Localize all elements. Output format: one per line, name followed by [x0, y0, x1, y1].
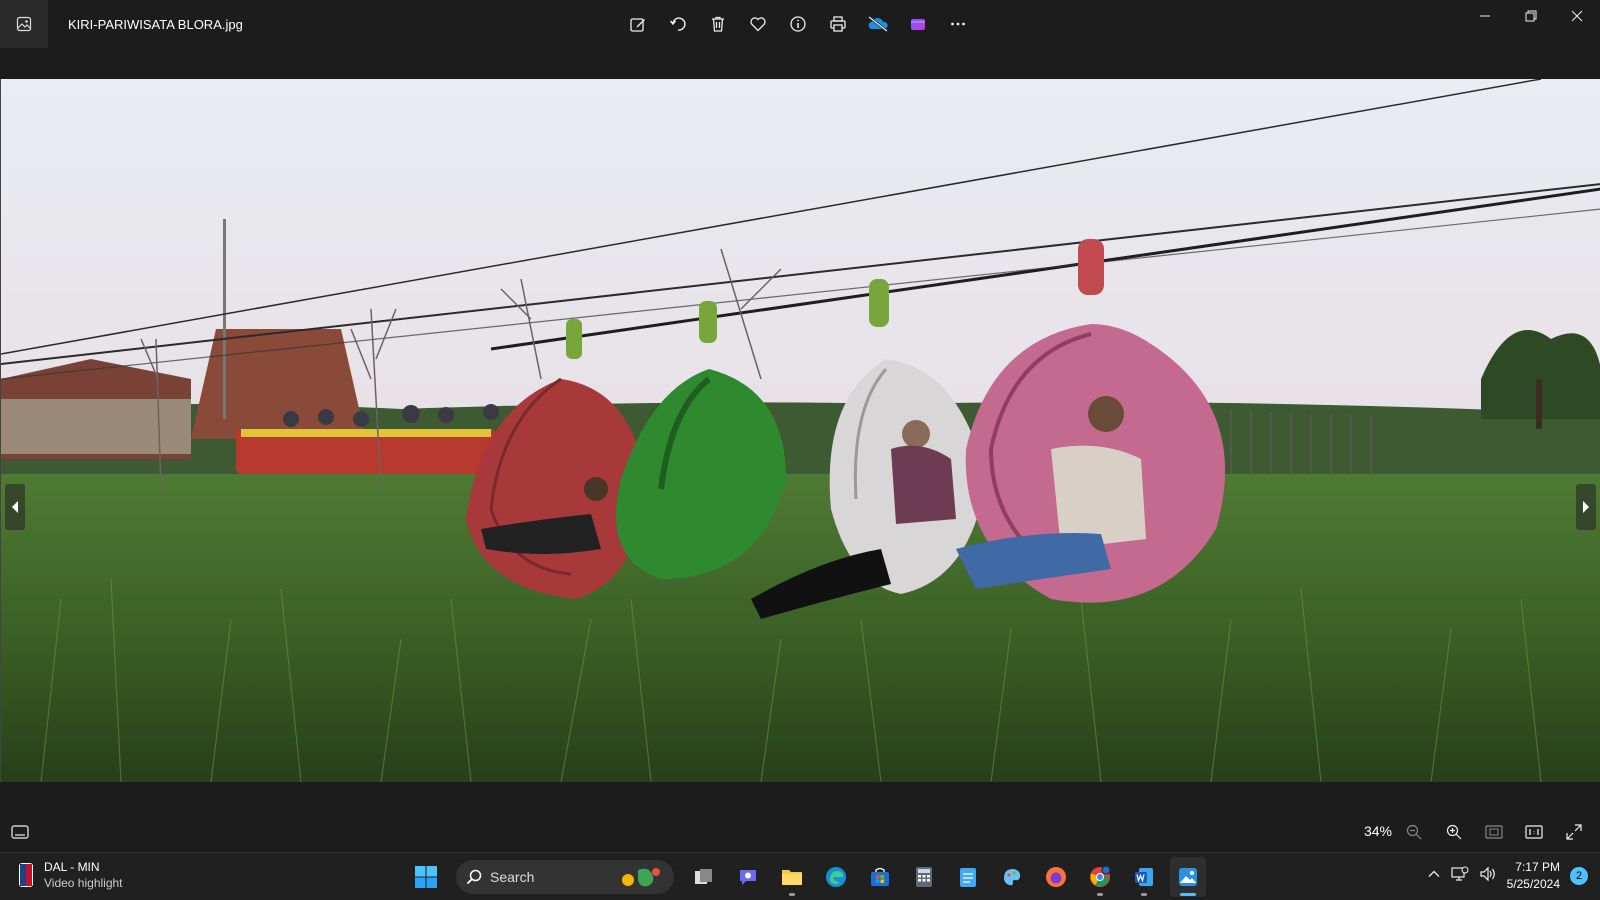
notepad-icon[interactable]	[950, 857, 986, 897]
edit-icon[interactable]	[620, 8, 656, 40]
file-explorer-icon[interactable]	[774, 857, 810, 897]
image-toolbar	[620, 8, 976, 40]
minimize-icon[interactable]	[1462, 0, 1508, 32]
clock-date: 5/25/2024	[1506, 877, 1560, 891]
microsoft-store-icon[interactable]	[862, 857, 898, 897]
window-controls	[1462, 0, 1600, 32]
photo-viewer[interactable]	[0, 79, 1600, 782]
rotate-icon[interactable]	[660, 8, 696, 40]
filmstrip-icon[interactable]	[4, 816, 36, 848]
taskbar-apps	[408, 857, 1206, 897]
more-icon[interactable]	[940, 8, 976, 40]
next-image-button[interactable]	[1576, 484, 1596, 530]
widget-title: DAL - MIN	[44, 860, 100, 874]
calculator-icon[interactable]	[906, 857, 942, 897]
chat-icon[interactable]	[730, 857, 766, 897]
windows-logo-icon	[415, 866, 437, 888]
chrome-icon[interactable]	[1082, 857, 1118, 897]
bottom-bar: 34%	[0, 812, 1600, 852]
delete-icon[interactable]	[700, 8, 736, 40]
photo	[1, 79, 1600, 782]
word-icon[interactable]	[1126, 857, 1162, 897]
zoom-in-icon[interactable]	[1438, 816, 1470, 848]
file-name: KIRI-PARIWISATA BLORA.jpg	[68, 16, 243, 32]
chevron-up-icon[interactable]	[1427, 867, 1441, 886]
restore-icon[interactable]	[1508, 0, 1554, 32]
start-button[interactable]	[408, 857, 444, 897]
clock[interactable]: 7:17 PM 5/25/2024	[1507, 859, 1560, 893]
actual-size-icon[interactable]	[1518, 816, 1550, 848]
taskbar-search[interactable]	[456, 860, 674, 894]
notification-badge[interactable]: 2	[1570, 867, 1588, 885]
paint-icon[interactable]	[994, 857, 1030, 897]
photos-app: KIRI-PARIWISATA BLORA.jpg 34%	[0, 0, 1600, 852]
taskbar: DAL - MIN Video highlight 7:17 PM 5/25/2…	[0, 852, 1600, 900]
zoom-level[interactable]: 34%	[1364, 823, 1392, 839]
news-widget[interactable]: DAL - MIN Video highlight	[18, 859, 123, 891]
zoom-out-icon[interactable]	[1398, 816, 1430, 848]
nba-logo-icon	[19, 863, 33, 887]
onedrive-icon[interactable]	[860, 8, 896, 40]
title-bar: KIRI-PARIWISATA BLORA.jpg	[0, 0, 1600, 48]
search-icon	[466, 869, 482, 885]
system-tray: 7:17 PM 5/25/2024 2	[1427, 859, 1588, 893]
photos-app-icon[interactable]	[0, 0, 48, 48]
network-icon[interactable]	[1451, 866, 1469, 887]
widget-subtitle: Video highlight	[44, 876, 123, 890]
clipchamp-icon[interactable]	[900, 8, 936, 40]
print-icon[interactable]	[820, 8, 856, 40]
favorite-icon[interactable]	[740, 8, 776, 40]
search-highlight-icon	[622, 868, 660, 887]
fullscreen-icon[interactable]	[1558, 816, 1590, 848]
previous-image-button[interactable]	[5, 484, 25, 530]
volume-icon[interactable]	[1479, 866, 1497, 887]
info-icon[interactable]	[780, 8, 816, 40]
zoom-controls	[1398, 816, 1590, 848]
search-input[interactable]	[490, 869, 610, 885]
edge-icon[interactable]	[818, 857, 854, 897]
fit-to-window-icon[interactable]	[1478, 816, 1510, 848]
clock-time: 7:17 PM	[1515, 860, 1560, 874]
task-view-icon[interactable]	[686, 857, 722, 897]
photos-taskbar-icon[interactable]	[1170, 857, 1206, 897]
firefox-icon[interactable]	[1038, 857, 1074, 897]
close-icon[interactable]	[1554, 0, 1600, 32]
